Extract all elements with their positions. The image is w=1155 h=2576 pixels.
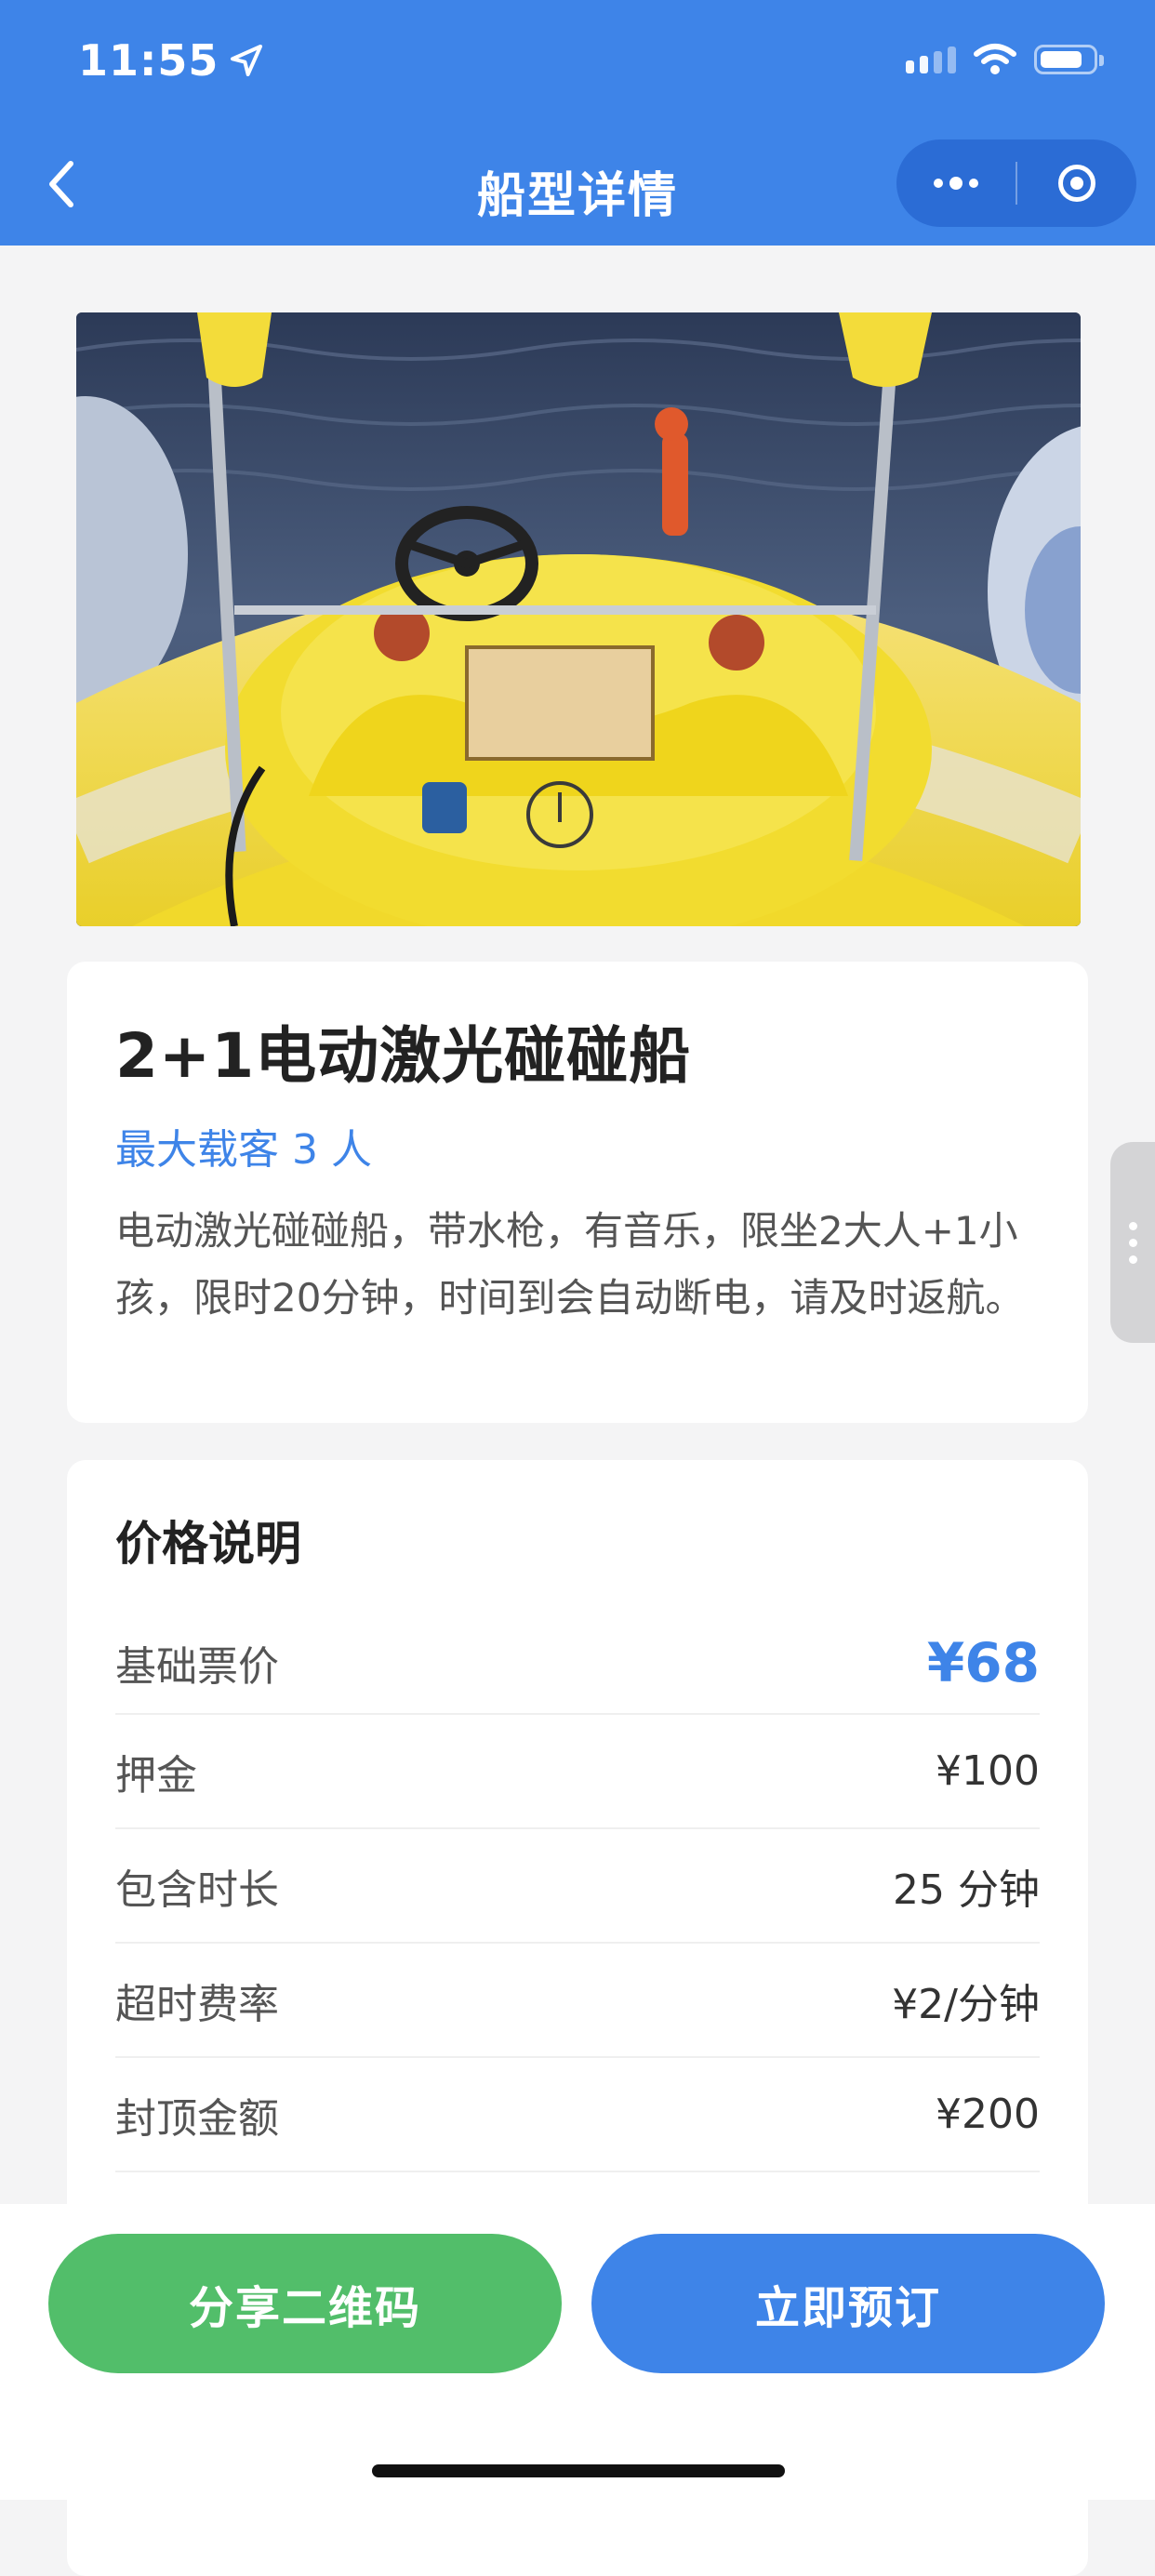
price-row-base: 基础票价 ¥68 [115,1613,1040,1715]
price-row-label: 封顶金额 [115,2094,279,2143]
status-time-text: 11:55 [78,35,219,86]
wifi-icon [974,44,1016,74]
price-row-deposit: 押金 ¥100 [115,1715,1040,1829]
price-row-label: 押金 [115,1751,197,1799]
boat-photo [76,312,1081,926]
price-row-value: ¥200 [936,2091,1040,2138]
book-now-button[interactable]: 立即预订 [591,2234,1105,2373]
price-row-value: ¥2/分钟 [892,1980,1040,2028]
miniprogram-capsule [896,139,1136,227]
boat-name: 2+1电动激光碰碰船 [115,1020,692,1092]
price-row-label: 基础票价 [115,1643,279,1691]
boat-info-card: 2+1电动激光碰碰船 最大载客 3 人 电动激光碰碰船，带水枪，有音乐，限坐2大… [67,962,1088,1423]
boat-description: 电动激光碰碰船，带水枪，有音乐，限坐2大人+1小孩，限时20分钟，时间到会自动断… [115,1208,1025,1321]
price-row-value: 25 分钟 [893,1866,1040,1914]
battery-icon [1034,45,1104,74]
location-arrow-icon [231,45,263,76]
price-section-title: 价格说明 [115,1517,301,1571]
price-row-duration: 包含时长 25 分钟 [115,1829,1040,1944]
side-drawer-handle[interactable] [1110,1142,1155,1343]
status-time: 11:55 [78,35,265,86]
more-dots-icon [934,177,978,190]
target-circle-icon [1058,165,1095,202]
bottom-action-bar: 分享二维码 立即预订 [0,2204,1155,2500]
price-row-value: ¥68 [926,1631,1040,1694]
cellular-signal-icon [906,46,956,73]
price-row-label: 包含时长 [115,1866,279,1914]
boat-capacity: 最大载客 3 人 [115,1126,372,1174]
more-button[interactable] [896,139,1016,227]
price-row-label: 超时费率 [115,1980,279,2028]
close-miniprogram-button[interactable] [1017,139,1136,227]
header-bar: 11:55 船型详情 [0,0,1155,246]
share-qrcode-button[interactable]: 分享二维码 [48,2234,562,2373]
status-icons [906,43,1104,76]
price-row-cap: 封顶金额 ¥200 [115,2058,1040,2172]
home-indicator [372,2464,785,2477]
price-row-value: ¥100 [936,1747,1040,1795]
price-row-overtime: 超时费率 ¥2/分钟 [115,1944,1040,2058]
